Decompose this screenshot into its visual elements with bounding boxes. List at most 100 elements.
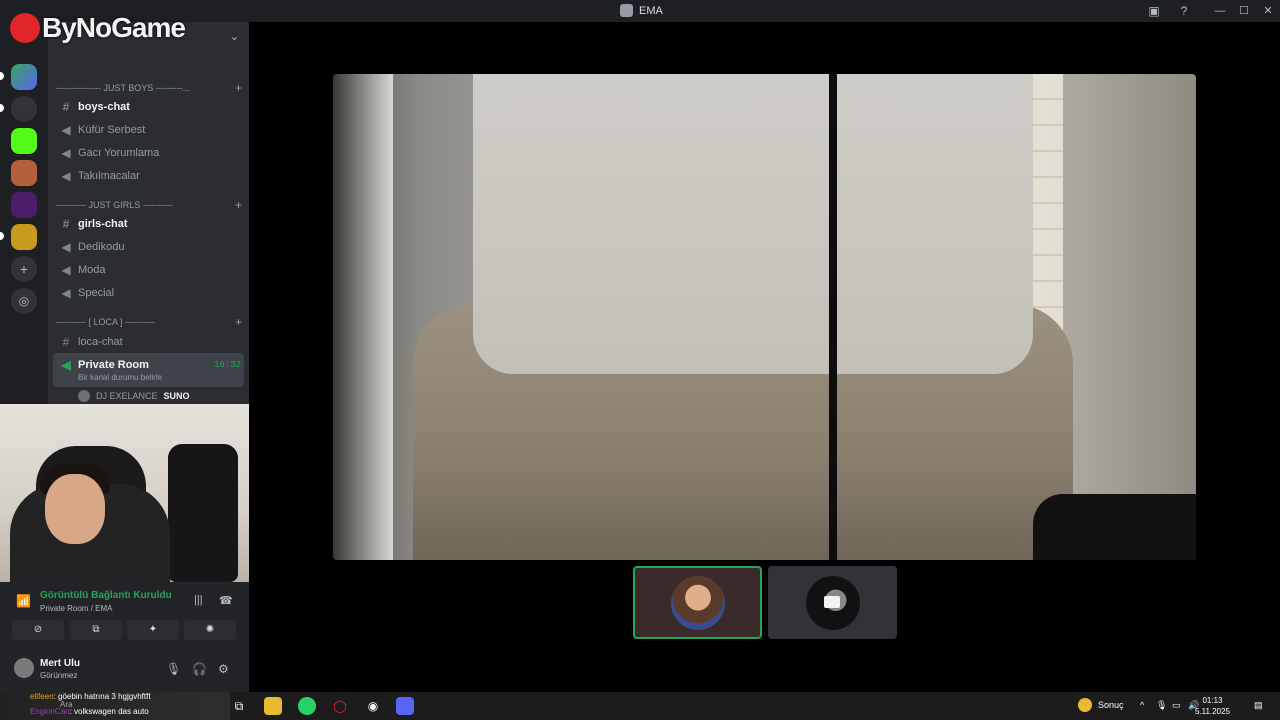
ticker-line-2: EnginnCan: volkswagen das auto: [30, 707, 149, 716]
opera-icon[interactable]: ◯: [331, 697, 349, 715]
disconnect-icon[interactable]: ☎: [219, 594, 233, 607]
gaming-chair: [168, 444, 238, 582]
speaker-icon: ◀: [61, 286, 71, 300]
microphone-tray-icon[interactable]: 🎙: [1156, 700, 1167, 711]
voice-status[interactable]: Görüntülü Bağlantı Kuruldu: [40, 590, 172, 601]
weather-icon[interactable]: [1078, 698, 1092, 712]
video-cable: [829, 74, 837, 560]
main-video-feed[interactable]: [333, 74, 1196, 560]
user-name[interactable]: Mert Ulu: [40, 658, 80, 669]
user-panel: Mert Ulu Görünmez 🎙 🎧 ⚙: [0, 652, 249, 690]
add-channel-icon[interactable]: +: [235, 81, 242, 95]
channel-takilmacalar[interactable]: ◀ Takılmacalar: [60, 169, 139, 183]
discord-icon[interactable]: [396, 697, 414, 715]
chevron-up-icon[interactable]: ^: [1140, 700, 1144, 710]
channel-special[interactable]: ◀ Special: [60, 286, 114, 300]
minimize-button[interactable]: —: [1208, 0, 1232, 22]
channel-dedikodu[interactable]: ◀ Dedikodu: [60, 240, 124, 254]
ticker-text: : volkswagen das auto: [69, 707, 149, 716]
add-channel-icon[interactable]: +: [235, 315, 242, 329]
unread-pip: [0, 72, 4, 80]
speaker-icon: ◀: [61, 358, 71, 372]
signal-icon[interactable]: 📶: [16, 594, 31, 608]
ticker-user: elifeen: [30, 692, 54, 701]
discover-icon[interactable]: ◎: [11, 288, 37, 314]
member-tag: SUNO: [163, 391, 190, 401]
chevron-down-icon[interactable]: ⌄: [230, 30, 239, 43]
channel-label: Dedikodu: [78, 241, 125, 253]
server-icon[interactable]: [11, 160, 37, 186]
streamer-face: [45, 474, 105, 544]
server-rail: + ◎: [0, 22, 48, 404]
channel-timer: 16:32: [214, 360, 242, 370]
member-name: DJ EXELANCE: [96, 391, 158, 401]
server-icon[interactable]: [11, 64, 37, 90]
streamer-logo: ByNoGame: [10, 12, 186, 44]
inbox-icon[interactable]: ▣: [1146, 3, 1162, 19]
network-icon[interactable]: ▭: [1172, 700, 1181, 711]
logo-mark-icon: [10, 13, 40, 43]
category-loca[interactable]: ---------- [ LOCA ] ---------- +: [56, 315, 242, 329]
logo-text: ByNoGame: [42, 12, 186, 43]
voice-member[interactable]: DJ EXELANCE SUNO: [78, 390, 190, 402]
speaker-icon: ◀: [61, 263, 71, 277]
category-just-girls[interactable]: ---------- JUST GIRLS ---------- +: [56, 198, 242, 212]
maximize-button[interactable]: ☐: [1232, 0, 1256, 22]
task-view-icon[interactable]: ⧉: [230, 697, 248, 715]
screen-share-button[interactable]: ⧉: [70, 620, 122, 640]
channel-label: girls-chat: [78, 218, 128, 230]
hash-icon: #: [62, 335, 70, 349]
file-explorer-icon[interactable]: [264, 697, 282, 715]
server-icon[interactable]: [11, 224, 37, 250]
camera-icon: [824, 596, 840, 608]
category-label: --------------- JUST BOYS ---------...: [56, 83, 191, 93]
add-channel-icon[interactable]: +: [235, 198, 242, 212]
category-just-boys[interactable]: --------------- JUST BOYS ---------... +: [56, 81, 242, 95]
video-blanket: [1033, 494, 1196, 560]
whatsapp-icon[interactable]: [298, 697, 316, 715]
channel-label: Private Room: [78, 359, 149, 371]
channel-status[interactable]: Bir kanal durumu belirle: [78, 373, 162, 382]
activities-button[interactable]: ✦: [127, 620, 179, 640]
channel-moda[interactable]: ◀ Moda: [60, 263, 105, 277]
channel-label: Gacı Yorumlama: [78, 147, 160, 159]
microphone-icon[interactable]: 🎙: [166, 662, 181, 676]
noise-suppression-icon[interactable]: |||: [194, 594, 203, 606]
participant-tile[interactable]: [768, 566, 897, 639]
close-button[interactable]: ✕: [1256, 0, 1280, 22]
add-server-icon[interactable]: +: [11, 256, 37, 282]
channel-private-room-label: ◀ Private Room: [60, 358, 149, 372]
kick-server-icon[interactable]: [11, 128, 37, 154]
channel-list: ⌄ --------------- JUST BOYS ---------...…: [48, 22, 249, 404]
camera-off-button[interactable]: ⊘: [12, 620, 64, 640]
soundboard-button[interactable]: ✺: [184, 620, 236, 640]
taskbar: elifeen: göebin hatrına 3 hgjgvhftft Eng…: [0, 692, 1280, 720]
channel-gaci-yorumlama[interactable]: ◀ Gacı Yorumlama: [60, 146, 159, 160]
channel-label: Special: [78, 287, 115, 299]
headphones-icon[interactable]: 🎧: [192, 662, 207, 676]
hash-icon: #: [62, 217, 70, 231]
voice-location[interactable]: Private Room / EMA: [40, 604, 112, 613]
weather-label[interactable]: Sonuç: [1098, 700, 1124, 710]
title-bar: EMA ▣ ? — ☐ ✕: [0, 0, 1280, 22]
help-icon[interactable]: ?: [1176, 3, 1192, 19]
settings-gear-icon[interactable]: ⚙: [218, 662, 229, 676]
chat-ticker: elifeen: göebin hatrına 3 hgjgvhftft Eng…: [0, 692, 230, 720]
speaker-icon: ◀: [61, 169, 71, 183]
notifications-icon[interactable]: ▤: [1254, 700, 1263, 711]
server-icon[interactable]: [11, 96, 37, 122]
channel-loca-chat[interactable]: # loca-chat: [60, 335, 123, 349]
window-title: EMA: [620, 4, 663, 17]
channel-boys-chat[interactable]: # boys-chat: [60, 100, 130, 114]
hash-icon: #: [62, 100, 70, 114]
chrome-icon[interactable]: ◉: [364, 697, 382, 715]
participant-tile-active[interactable]: [633, 566, 762, 639]
clock-date: 5.11.2025: [1195, 707, 1230, 716]
speaker-icon: ◀: [61, 146, 71, 160]
clock[interactable]: 01:13 5.11.2025: [1195, 695, 1230, 717]
channel-girls-chat[interactable]: # girls-chat: [60, 217, 128, 231]
avatar[interactable]: [14, 658, 34, 678]
channel-kufur-serbest[interactable]: ◀ Küfür Serbest: [60, 123, 145, 137]
search-label[interactable]: Ara: [60, 700, 72, 709]
server-icon[interactable]: [11, 192, 37, 218]
